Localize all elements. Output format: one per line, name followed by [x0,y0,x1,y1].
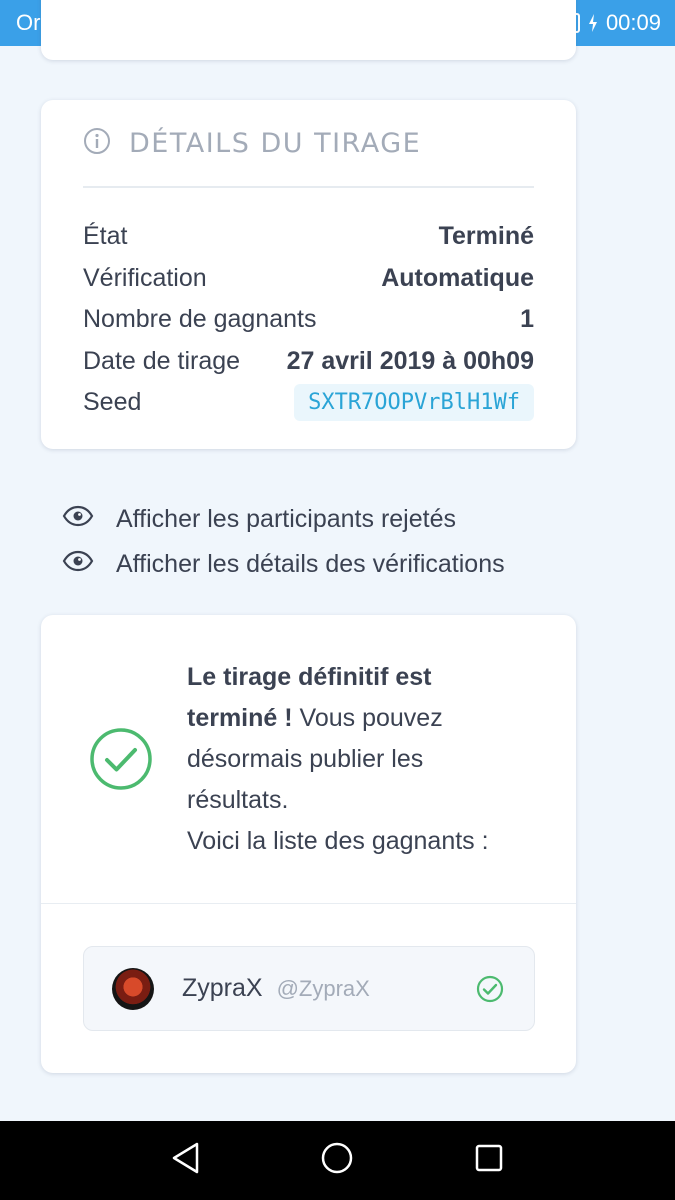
detail-row-verification: Vérification Automatique [83,258,534,300]
winner-name: ZypraX [182,974,263,1002]
previous-card [41,0,576,60]
detail-label: Nombre de gagnants [83,305,317,334]
details-title: DÉTAILS DU TIRAGE [129,127,422,159]
result-card: Le tirage définitif est terminé ! Vous p… [41,615,576,1073]
detail-label: Vérification [83,263,207,292]
detail-label: Date de tirage [83,346,241,375]
clock: 00:09 [605,10,661,35]
show-rejected-label: Afficher les participants rejetés [116,505,456,533]
detail-value: 1 [520,305,534,334]
divider [41,903,576,904]
result-text: Le tirage définitif est terminé ! Vous p… [187,657,527,862]
system-nav-bar [0,1121,675,1200]
home-circle-icon [320,1141,354,1180]
result-message: Le tirage définitif est terminé ! Vous p… [41,615,576,903]
seed-value[interactable]: SXTR7OOPVrBlH1Wf [294,384,534,422]
detail-label: Seed [83,388,142,417]
avatar [112,967,154,1010]
details-header: DÉTAILS DU TIRAGE [83,100,534,188]
recents-button[interactable] [469,1141,509,1181]
check-circle-icon [476,975,504,1003]
show-rejected-link[interactable]: Afficher les participants rejetés [62,497,505,542]
show-verifications-link[interactable]: Afficher les détails des vérifications [62,542,505,587]
home-button[interactable] [317,1141,357,1181]
detail-value: Terminé [438,222,534,251]
winner-handle[interactable]: @ZypraX [277,976,370,1002]
winner-row[interactable]: ZypraX @ZypraX [83,946,535,1031]
detail-row-state: État Terminé [83,216,534,258]
charging-icon [588,13,598,33]
eye-icon [62,505,94,534]
detail-value: 27 avril 2019 à 00h09 [286,346,534,375]
details-list: État Terminé Vérification Automatique No… [83,216,534,424]
check-circle-icon [89,727,153,791]
detail-row-winners-count: Nombre de gagnants 1 [83,299,534,341]
detail-value: Automatique [381,263,534,292]
toggle-links: Afficher les participants rejetés Affich… [62,497,505,587]
info-icon [83,127,111,160]
back-button[interactable] [166,1141,206,1181]
back-triangle-icon [170,1141,202,1180]
eye-icon [62,550,94,579]
detail-label: État [83,222,128,251]
draw-details-card: DÉTAILS DU TIRAGE État Terminé Vérificat… [41,100,576,449]
detail-row-date: Date de tirage 27 avril 2019 à 00h09 [83,341,534,383]
detail-row-seed: Seed SXTR7OOPVrBlH1Wf [83,382,534,424]
show-verifications-label: Afficher les détails des vérifications [116,550,505,578]
winners-intro: Voici la liste des gagnants : [187,826,489,855]
recents-square-icon [474,1143,504,1178]
